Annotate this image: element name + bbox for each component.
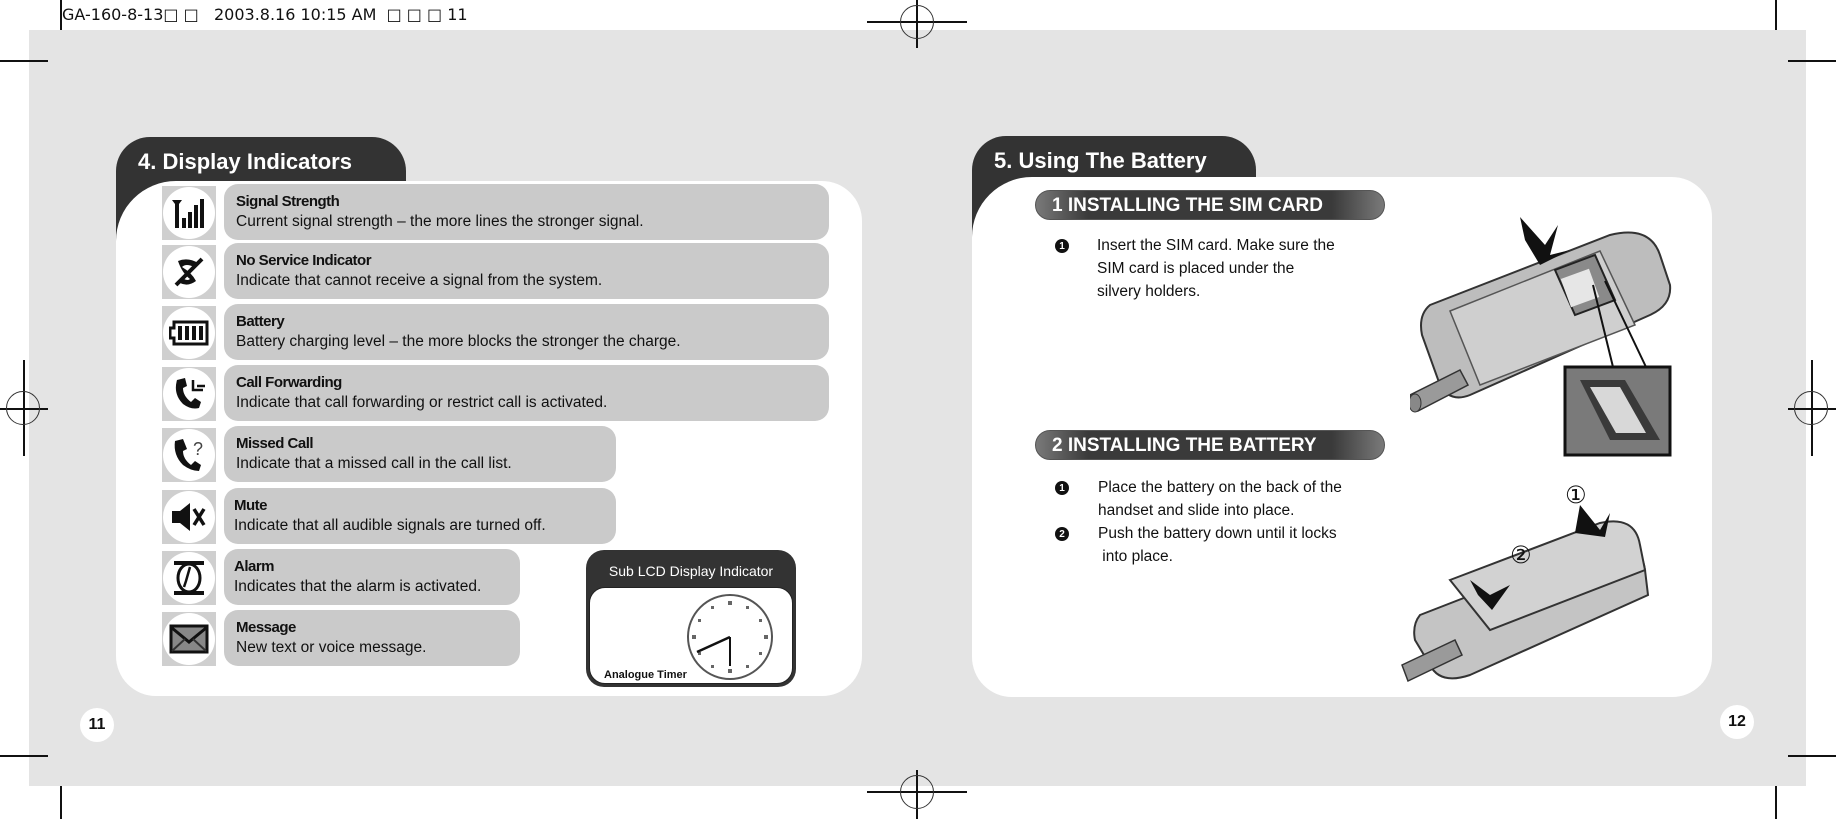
page-number: 12	[1720, 705, 1754, 739]
crop-mark	[1788, 755, 1836, 757]
indicator-call-forwarding: Call Forwarding Indicate that call forwa…	[224, 365, 829, 421]
crop-mark	[60, 786, 62, 819]
no-service-icon	[174, 257, 204, 287]
indicator-no-service: No Service Indicator Indicate that canno…	[224, 243, 829, 299]
phone-sim-card-illustration	[1410, 217, 1672, 457]
mute-icon	[172, 503, 206, 531]
battery-step-1: 1 Place the battery on the back of the h…	[1054, 476, 1374, 522]
subsection-heading-battery: 2 INSTALLING THE BATTERY	[1035, 430, 1385, 460]
indicator-title: Call Forwarding	[236, 374, 342, 391]
indicator-icon-frame: ?	[162, 428, 216, 482]
registration-mark	[900, 5, 934, 39]
sub-lcd-screen: Analogue Timer	[589, 587, 793, 684]
callout-2: ②	[1510, 541, 1532, 569]
registration-mark	[1794, 391, 1828, 425]
indicator-description: Indicate that call forwarding or restric…	[236, 394, 608, 411]
crop-mark	[60, 0, 62, 30]
indicator-title: No Service Indicator	[236, 252, 372, 269]
indicator-icon-frame	[162, 367, 216, 421]
crop-mark	[0, 755, 48, 757]
battery-icon	[169, 320, 209, 346]
sub-lcd-indicator: Sub LCD Display Indicator Analogue Timer	[586, 550, 796, 687]
indicator-title: Signal Strength	[236, 193, 340, 210]
indicator-title: Mute	[234, 497, 268, 514]
indicator-description: Battery charging level – the more blocks…	[236, 333, 681, 350]
indicator-description: Indicate that a missed call in the call …	[236, 455, 512, 472]
registration-mark	[900, 775, 934, 809]
analog-clock-icon	[687, 594, 773, 680]
indicator-icon-frame	[162, 306, 216, 360]
step-bullet: 1	[1055, 239, 1069, 253]
sub-lcd-label: Analogue Timer	[604, 669, 687, 681]
indicator-title: Missed Call	[236, 435, 314, 452]
indicator-alarm: Alarm Indicates that the alarm is activa…	[224, 549, 520, 605]
subsection-heading-sim: 1 INSTALLING THE SIM CARD	[1035, 190, 1385, 220]
crop-mark	[1775, 0, 1777, 30]
indicator-description: Current signal strength – the more lines…	[236, 213, 644, 230]
indicator-icon-frame	[162, 551, 216, 605]
indicator-message: Message New text or voice message.	[224, 610, 520, 666]
indicator-description: New text or voice message.	[236, 639, 427, 656]
indicator-description: Indicates that the alarm is activated.	[234, 578, 482, 595]
sim-step-1: 1 Insert the SIM card. Make sure the SIM…	[1054, 234, 1374, 304]
step-bullet: 1	[1055, 481, 1069, 495]
step-bullet: 2	[1055, 527, 1069, 541]
crop-mark	[1788, 60, 1836, 62]
signal-strength-icon	[172, 199, 204, 228]
indicator-signal-strength: Signal Strength Current signal strength …	[224, 184, 829, 240]
phone-battery-illustration: ① ②	[1401, 481, 1650, 683]
svg-text:?: ?	[193, 439, 203, 459]
step-text: Place the battery on the back of the han…	[1098, 479, 1342, 519]
indicator-description: Indicate that cannot receive a signal fr…	[236, 272, 603, 289]
step-text: Insert the SIM card. Make sure the SIM c…	[1097, 237, 1335, 300]
step-text: Push the battery down until it locks int…	[1098, 525, 1337, 565]
indicator-title: Battery	[236, 313, 285, 330]
call-forwarding-icon	[175, 378, 205, 409]
missed-call-icon: ?	[174, 439, 203, 471]
indicator-mute: Mute Indicate that all audible signals a…	[224, 488, 616, 544]
indicator-missed-call: Missed Call Indicate that a missed call …	[224, 426, 616, 482]
indicator-icon-frame	[162, 186, 216, 240]
indicator-icon-frame	[162, 245, 216, 299]
indicator-battery: Battery Battery charging level – the mor…	[224, 304, 829, 360]
message-icon	[169, 624, 209, 654]
indicator-title: Message	[236, 619, 296, 636]
callout-1: ①	[1565, 481, 1587, 509]
alarm-icon	[174, 561, 204, 595]
indicator-title: Alarm	[234, 558, 275, 575]
battery-step-2: 2 Push the battery down until it locks i…	[1054, 522, 1374, 568]
registration-mark	[6, 391, 40, 425]
indicator-icon-frame	[162, 612, 216, 666]
sub-lcd-title: Sub LCD Display Indicator	[608, 563, 774, 579]
crop-mark	[1775, 786, 1777, 819]
page-number: 11	[80, 708, 114, 742]
print-slug: GA-160-8-13□ □ 2003.8.16 10:15 AM □ □ □ …	[62, 5, 468, 24]
crop-mark	[0, 60, 48, 62]
indicator-icon-frame	[162, 490, 216, 544]
indicator-description: Indicate that all audible signals are tu…	[234, 517, 546, 534]
